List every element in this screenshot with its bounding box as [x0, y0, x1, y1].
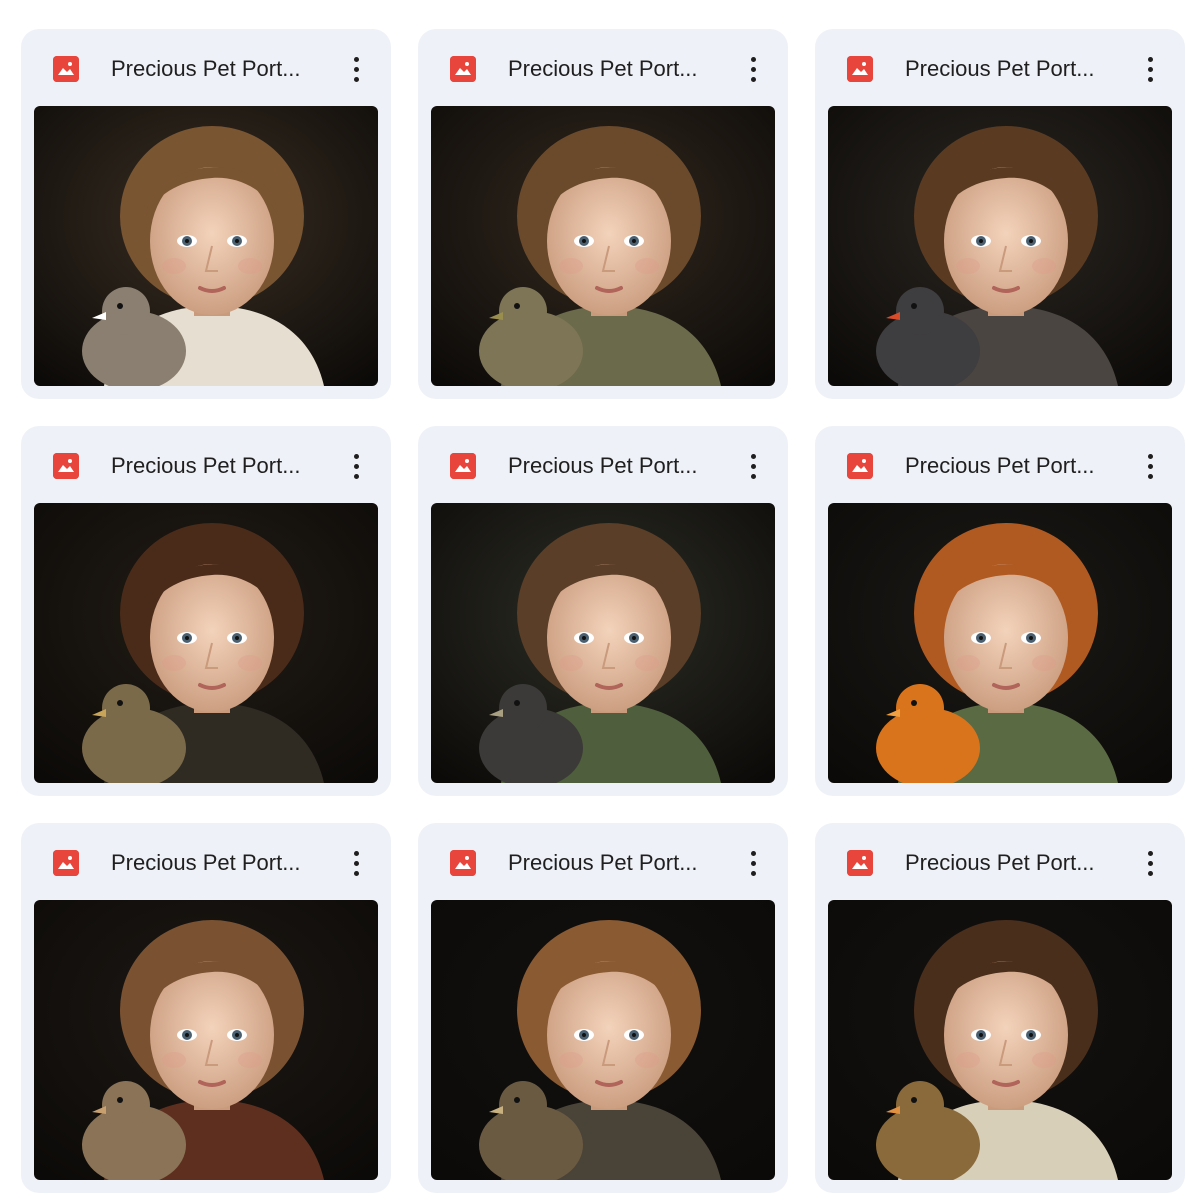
image-icon: [53, 453, 79, 479]
file-card[interactable]: Precious Pet Port...: [21, 29, 391, 399]
file-title: Precious Pet Port...: [905, 453, 1095, 478]
file-thumbnail[interactable]: [828, 900, 1172, 1180]
file-card-header: Precious Pet Port...: [21, 426, 391, 502]
file-card[interactable]: Precious Pet Port...: [418, 29, 788, 399]
file-title: Precious Pet Port...: [508, 56, 698, 81]
image-icon: [53, 850, 79, 876]
image-icon: [847, 56, 873, 82]
file-card[interactable]: Precious Pet Port...: [21, 426, 391, 796]
image-icon: [847, 453, 873, 479]
file-card-header: Precious Pet Port...: [815, 426, 1185, 502]
file-title: Precious Pet Port...: [508, 850, 698, 875]
file-thumbnail[interactable]: [34, 900, 378, 1180]
file-title: Precious Pet Port...: [905, 850, 1095, 875]
image-icon: [847, 850, 873, 876]
file-thumbnail[interactable]: [828, 106, 1172, 386]
file-title: Precious Pet Port...: [111, 850, 301, 875]
file-grid: Precious Pet Port... Precious Pet Port..…: [0, 0, 1194, 1204]
file-card[interactable]: Precious Pet Port...: [815, 426, 1185, 796]
more-vert-icon[interactable]: [738, 845, 768, 881]
file-thumbnail[interactable]: [34, 106, 378, 386]
file-card[interactable]: Precious Pet Port...: [815, 29, 1185, 399]
image-icon: [450, 850, 476, 876]
file-card-header: Precious Pet Port...: [418, 426, 788, 502]
file-thumbnail[interactable]: [431, 503, 775, 783]
more-vert-icon[interactable]: [1135, 51, 1165, 87]
more-vert-icon[interactable]: [341, 845, 371, 881]
image-icon: [53, 56, 79, 82]
file-card[interactable]: Precious Pet Port...: [418, 823, 788, 1193]
more-vert-icon[interactable]: [341, 51, 371, 87]
file-card-header: Precious Pet Port...: [815, 29, 1185, 105]
file-card-header: Precious Pet Port...: [418, 823, 788, 899]
more-vert-icon[interactable]: [738, 448, 768, 484]
more-vert-icon[interactable]: [1135, 845, 1165, 881]
file-card[interactable]: Precious Pet Port...: [418, 426, 788, 796]
file-thumbnail[interactable]: [431, 900, 775, 1180]
file-title: Precious Pet Port...: [111, 453, 301, 478]
image-icon: [450, 453, 476, 479]
file-title: Precious Pet Port...: [508, 453, 698, 478]
file-card-header: Precious Pet Port...: [21, 823, 391, 899]
file-card[interactable]: Precious Pet Port...: [815, 823, 1185, 1193]
file-card[interactable]: Precious Pet Port...: [21, 823, 391, 1193]
file-title: Precious Pet Port...: [905, 56, 1095, 81]
file-card-header: Precious Pet Port...: [418, 29, 788, 105]
more-vert-icon[interactable]: [738, 51, 768, 87]
file-card-header: Precious Pet Port...: [21, 29, 391, 105]
file-card-header: Precious Pet Port...: [815, 823, 1185, 899]
file-thumbnail[interactable]: [828, 503, 1172, 783]
more-vert-icon[interactable]: [1135, 448, 1165, 484]
file-thumbnail[interactable]: [34, 503, 378, 783]
more-vert-icon[interactable]: [341, 448, 371, 484]
image-icon: [450, 56, 476, 82]
file-title: Precious Pet Port...: [111, 56, 301, 81]
file-thumbnail[interactable]: [431, 106, 775, 386]
